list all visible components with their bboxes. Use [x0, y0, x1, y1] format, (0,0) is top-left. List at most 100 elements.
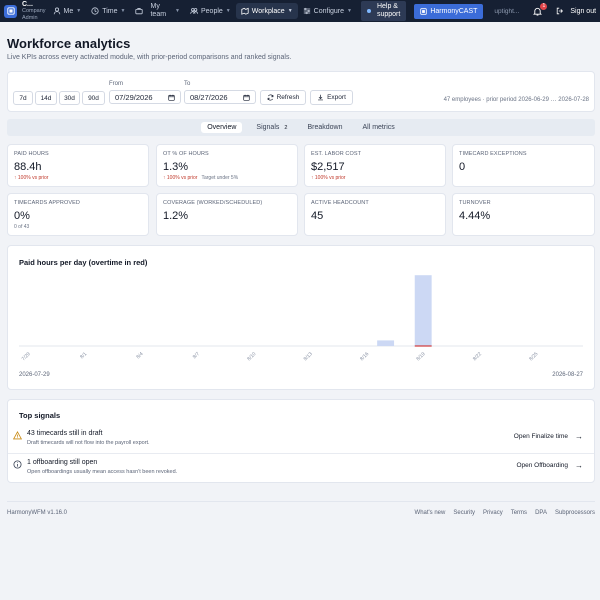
- grid-icon: [420, 7, 428, 15]
- top-signals-card: Top signals 43 timecards still in draft …: [7, 399, 595, 483]
- kpi-delta: ↑ 100% vs prior Target under 5%: [163, 175, 238, 181]
- kpi-card-coverage[interactable]: Coverage (worked/scheduled) 1.2%: [156, 193, 298, 236]
- kpi-value: 4.44%: [459, 210, 491, 222]
- download-icon: [318, 94, 324, 101]
- kpi-delta: ↑ 100% vs prior: [311, 175, 346, 181]
- tab-signals-count: 2: [284, 124, 288, 131]
- tab-overview[interactable]: Overview: [201, 122, 243, 133]
- nav-my-team-label-line1: My: [150, 3, 160, 10]
- chart-tick-label: 8/10: [246, 351, 257, 362]
- footer-link-subprocessors[interactable]: Subprocessors: [555, 510, 595, 516]
- kpi-label: Est. labor cost: [311, 151, 362, 157]
- footer-link-whats-new[interactable]: What's new: [415, 510, 446, 516]
- kpi-value: $2,517: [311, 161, 345, 173]
- tab-signals[interactable]: Signals 2: [250, 122, 293, 133]
- kpi-value: 0%: [14, 210, 30, 222]
- from-label: From: [109, 81, 123, 87]
- org-name: C...: [22, 0, 33, 8]
- signout-button[interactable]: Sign out: [556, 7, 596, 15]
- kpi-card-timecard-exceptions[interactable]: Timecard exceptions 0: [452, 144, 595, 187]
- status-dot-icon: [366, 9, 371, 13]
- kpi-card-timecards-approved[interactable]: Timecards approved 0% 0 of 43: [7, 193, 149, 236]
- org-role-line2: Admin: [22, 14, 38, 21]
- refresh-icon: [267, 94, 273, 101]
- chevron-down-icon: ▼: [120, 8, 126, 14]
- to-label: To: [184, 81, 191, 87]
- nav-me[interactable]: Me ▼: [48, 0, 87, 22]
- chart-tick-label: 8/1: [79, 351, 88, 360]
- harmonycast-button[interactable]: HarmonyCAST: [414, 3, 484, 19]
- chart-tick-label: 8/19: [415, 351, 426, 362]
- chart-tick-label: 8/25: [528, 351, 539, 362]
- warning-icon: [13, 431, 22, 440]
- chart-bar-overtime[interactable]: [414, 345, 432, 347]
- chart-tick-label: 7/29: [21, 351, 32, 362]
- kpi-card-active-headcount[interactable]: Active headcount 45: [304, 193, 446, 236]
- signals-title: Top signals: [19, 411, 61, 420]
- kpi-label: Active headcount: [311, 200, 369, 206]
- filter-bar: 7d 14d 30d 90d From 07/29/2026 To 08/27/…: [7, 71, 595, 112]
- app-logo-icon[interactable]: [4, 4, 17, 18]
- range-7d-button[interactable]: 7d: [13, 91, 33, 105]
- nav-my-team-label-line2: team: [150, 11, 167, 18]
- chevron-down-icon: ▼: [175, 8, 180, 14]
- nav-my-team[interactable]: My team ▼: [130, 0, 185, 22]
- open-offboarding-link[interactable]: Open Offboarding →: [516, 461, 583, 470]
- app-version: HarmonyWFM v1.16.0: [7, 510, 68, 516]
- nav-configure-label: Configure: [313, 7, 345, 15]
- harmonycast-label: HarmonyCAST: [430, 7, 478, 15]
- footer-link-security[interactable]: Security: [453, 510, 475, 516]
- nav-people[interactable]: People ▼: [185, 0, 236, 22]
- chart-bar-regular[interactable]: [377, 340, 395, 346]
- chart-end-date: 2026-08-27: [552, 372, 583, 378]
- tab-all-metrics[interactable]: All metrics: [356, 122, 400, 133]
- arrow-right-icon: →: [575, 461, 583, 470]
- kpi-label: Timecard exceptions: [459, 151, 527, 157]
- kpi-card-turnover[interactable]: Turnover 4.44%: [452, 193, 595, 236]
- notification-badge: 1: [540, 2, 548, 10]
- nav-people-label: People: [201, 7, 223, 15]
- signal-description: Open offboardings usually mean access ha…: [27, 469, 178, 475]
- refresh-button[interactable]: Refresh: [260, 90, 306, 105]
- refresh-label: Refresh: [276, 94, 300, 101]
- tab-signals-label: Signals: [256, 124, 280, 131]
- nav-configure[interactable]: Configure ▼: [298, 0, 357, 22]
- calendar-icon: [243, 94, 250, 101]
- signal-action-label: Open Offboarding: [516, 462, 568, 469]
- kpi-card-labor-cost[interactable]: Est. labor cost $2,517 ↑ 100% vs prior: [304, 144, 446, 187]
- range-30d-button[interactable]: 30d: [59, 91, 80, 105]
- kpi-card-ot-percent[interactable]: OT % of hours 1.3% ↑ 100% vs prior Target…: [156, 144, 298, 187]
- chevron-down-icon: ▼: [347, 8, 352, 14]
- to-date-input[interactable]: 08/27/2026: [184, 90, 256, 104]
- from-date-input[interactable]: 07/29/2026: [109, 90, 181, 104]
- arrow-right-icon: →: [575, 432, 583, 441]
- range-90d-button[interactable]: 90d: [82, 91, 105, 105]
- export-button[interactable]: Export: [310, 90, 353, 105]
- kpi-card-paid-hours[interactable]: Paid hours 88.4h ↑ 100% vs prior: [7, 144, 149, 187]
- kpi-label: OT % of hours: [163, 151, 209, 157]
- footer-link-terms[interactable]: Terms: [511, 510, 527, 516]
- chart-bar-regular[interactable]: [414, 275, 432, 346]
- page-subtitle: Live KPIs across every activated module,…: [7, 54, 292, 61]
- nav-time[interactable]: Time ▼: [86, 0, 130, 22]
- nav-me-label: Me: [63, 7, 74, 15]
- nav-workplace[interactable]: Workplace ▼: [235, 3, 298, 19]
- range-14d-button[interactable]: 14d: [35, 91, 57, 105]
- org-switcher[interactable]: C... Company Admin: [22, 1, 46, 22]
- kpi-subtext: 0 of 43: [14, 224, 30, 230]
- signal-action-label: Open Finalize time: [513, 433, 568, 440]
- tab-breakdown-label: Breakdown: [307, 124, 343, 131]
- footer-link-privacy[interactable]: Privacy: [483, 510, 503, 516]
- tab-breakdown[interactable]: Breakdown: [301, 122, 348, 133]
- help-support-button[interactable]: Help & support: [360, 1, 407, 21]
- signal-divider: [8, 453, 594, 454]
- notifications-bell[interactable]: 1: [533, 2, 548, 16]
- help-label-line1: Help &: [376, 3, 398, 10]
- open-finalize-time-link[interactable]: Open Finalize time →: [514, 432, 583, 441]
- kpi-label: Coverage (worked/scheduled): [163, 200, 263, 206]
- footer-link-dpa[interactable]: DPA: [535, 510, 547, 516]
- people-icon: [190, 7, 198, 15]
- footer-divider: [7, 501, 595, 502]
- user-name[interactable]: uptight...: [494, 8, 519, 15]
- signal-row: 1 offboarding still open Open offboardin…: [8, 455, 594, 483]
